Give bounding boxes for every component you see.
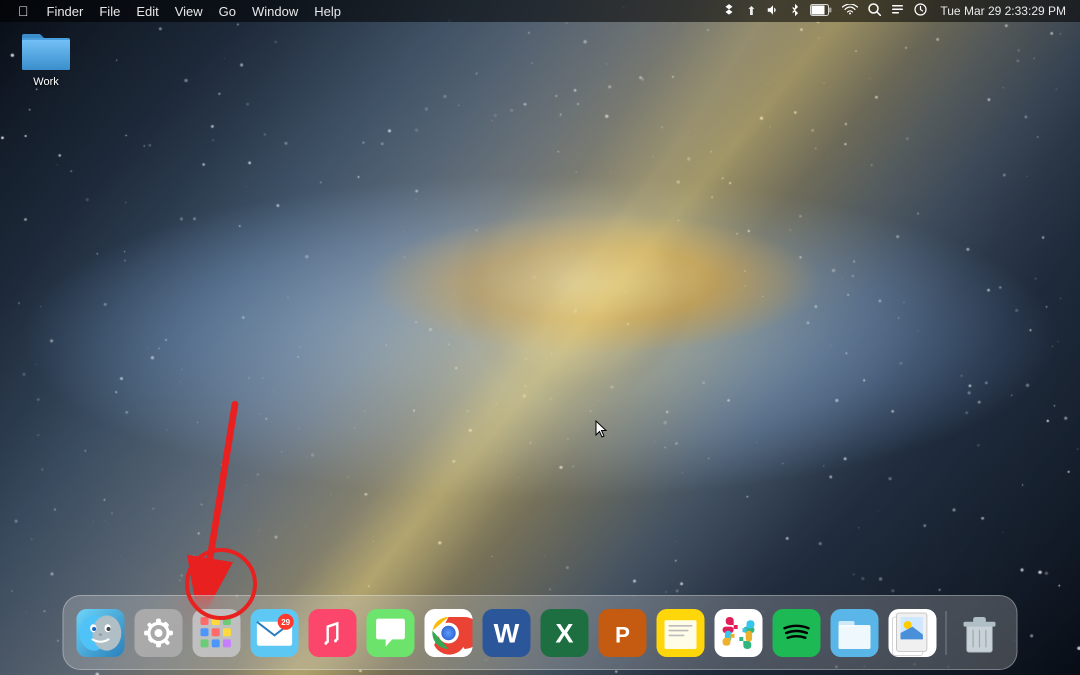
- dock-mail[interactable]: 29: [248, 606, 302, 660]
- svg-text:X: X: [555, 617, 573, 648]
- dock: 29: [63, 595, 1018, 670]
- upload-icon[interactable]: ⬆: [743, 4, 759, 18]
- volume-icon[interactable]: [763, 3, 783, 20]
- dropbox-icon[interactable]: [719, 3, 739, 20]
- dock-preview[interactable]: [886, 606, 940, 660]
- folder-icon: [20, 28, 72, 72]
- dock-word[interactable]: W: [480, 606, 534, 660]
- dock-files[interactable]: [828, 606, 882, 660]
- time-machine-icon[interactable]: [911, 3, 930, 19]
- edit-menu[interactable]: Edit: [128, 0, 166, 22]
- finder-menu[interactable]: Finder: [39, 0, 92, 22]
- dock-music[interactable]: [306, 606, 360, 660]
- dock-spotify[interactable]: [770, 606, 824, 660]
- dock-notes[interactable]: [654, 606, 708, 660]
- file-menu[interactable]: File: [91, 0, 128, 22]
- desktop: [0, 0, 1080, 675]
- clock: Tue Mar 29 2:33:29 PM: [934, 4, 1072, 18]
- dock-excel[interactable]: X: [538, 606, 592, 660]
- folder-label: Work: [11, 76, 81, 88]
- window-menu[interactable]: Window: [244, 0, 306, 22]
- dock-messages[interactable]: [364, 606, 418, 660]
- svg-text:29: 29: [281, 618, 290, 627]
- menubar-right: ⬆ Tue Mar 29 2:33:29 PM: [719, 3, 1072, 20]
- apple-menu[interactable]: : [8, 0, 39, 22]
- view-menu[interactable]: View: [167, 0, 211, 22]
- svg-text:P: P: [615, 622, 630, 647]
- go-menu[interactable]: Go: [211, 0, 244, 22]
- help-menu[interactable]: Help: [306, 0, 349, 22]
- galaxy-band: [0, 0, 1080, 675]
- battery-icon[interactable]: [807, 4, 835, 19]
- wifi-icon[interactable]: [839, 4, 861, 19]
- stars-background: [0, 0, 1080, 675]
- work-folder[interactable]: Work: [6, 24, 86, 92]
- dock-launchpad[interactable]: [190, 606, 244, 660]
- dock-chrome[interactable]: [422, 606, 476, 660]
- menubar:  Finder File Edit View Go Window Help ⬆: [0, 0, 1080, 22]
- dock-separator: [946, 611, 947, 655]
- notification-icon[interactable]: [888, 3, 907, 19]
- dock-system-preferences[interactable]: [132, 606, 186, 660]
- menubar-left:  Finder File Edit View Go Window Help: [8, 0, 349, 22]
- bluetooth-icon[interactable]: [787, 3, 803, 20]
- dock-slack[interactable]: [712, 606, 766, 660]
- svg-text:W: W: [494, 617, 520, 648]
- spotlight-icon[interactable]: [865, 3, 884, 19]
- dock-powerpoint[interactable]: P: [596, 606, 650, 660]
- dock-trash[interactable]: [953, 606, 1007, 660]
- dock-finder[interactable]: [74, 606, 128, 660]
- galaxy-overlay: [0, 0, 1080, 675]
